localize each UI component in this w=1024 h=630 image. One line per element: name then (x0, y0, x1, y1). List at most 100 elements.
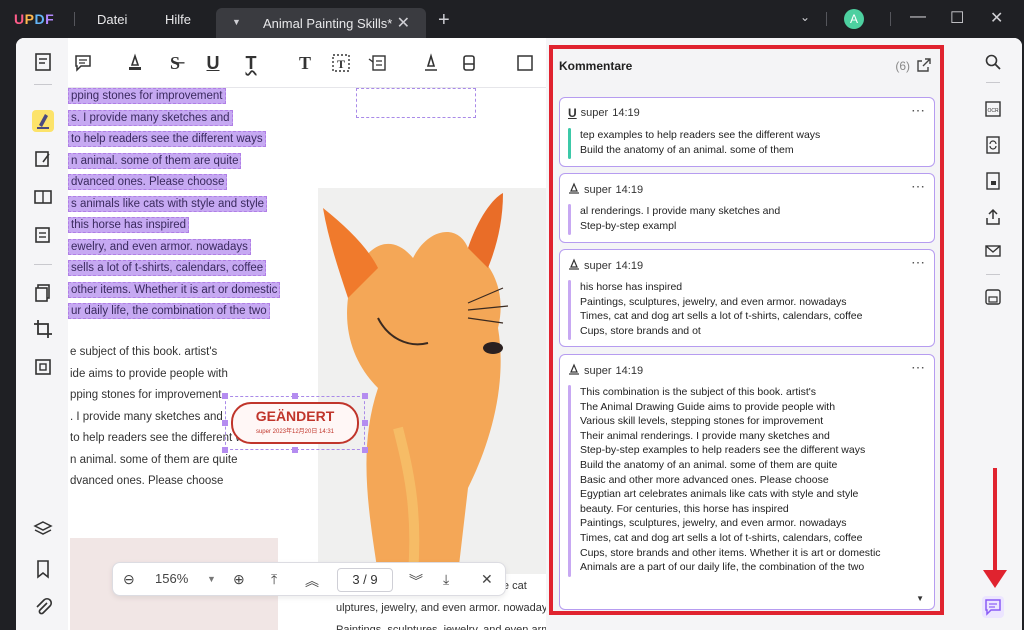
highlighted-text-line[interactable]: other items. Whether it is art or domest… (68, 282, 281, 298)
updf-logo: UPDF (14, 11, 55, 27)
search-icon[interactable] (982, 51, 1004, 73)
underline-icon: U (568, 106, 577, 120)
underline-icon[interactable]: U (202, 52, 224, 74)
comment-mode-icon[interactable] (32, 110, 54, 132)
comment-body: This combination is the subject of this … (580, 385, 881, 575)
comment-text-line: Animals are a part of our daily life, th… (580, 561, 865, 574)
layers-icon[interactable] (32, 518, 54, 540)
highlighted-text-line[interactable]: s animals like cats with style and style (68, 196, 268, 212)
strikethrough-icon[interactable]: S̶ (164, 52, 186, 74)
menu-hilfe[interactable]: Hilfe (165, 12, 191, 27)
tab-dropdown-icon[interactable]: ▼ (232, 17, 241, 27)
tab-close-icon[interactable]: ✕ (397, 13, 410, 33)
next-page-icon[interactable]: ︾ (409, 571, 423, 591)
avatar[interactable]: A (844, 9, 864, 29)
maximize-button[interactable]: ☐ (950, 8, 964, 28)
comment-body: his horse has inspired Paintings, sculptu… (580, 280, 862, 338)
form-icon[interactable] (32, 224, 54, 246)
resize-handle[interactable] (292, 447, 298, 453)
eraser-icon[interactable] (458, 52, 480, 74)
comment-card[interactable]: super 14:19 ⋯ al renderings. I provide many… (559, 173, 935, 243)
page-view-icon[interactable] (32, 186, 54, 208)
selected-image-frame[interactable] (356, 88, 476, 118)
convert-pdf-icon[interactable] (982, 134, 1004, 156)
bookmark-icon[interactable] (32, 558, 54, 580)
text-callout-icon[interactable] (366, 52, 388, 74)
stamp-geaendert[interactable]: GEÄNDERT super 2023年12月20日 14:31 (231, 402, 359, 444)
divider (74, 12, 75, 26)
protect-icon[interactable] (982, 170, 1004, 192)
save-icon[interactable] (982, 286, 1004, 308)
highlighted-text-line[interactable]: n animal. some of them are quite (68, 153, 242, 169)
highlight-icon[interactable] (124, 52, 146, 74)
more-options-icon[interactable]: ⋯ (911, 178, 926, 195)
resize-handle[interactable] (362, 447, 368, 453)
share-icon[interactable] (982, 206, 1004, 228)
sticky-note-icon[interactable] (72, 52, 94, 74)
comment-text-line: tep examples to help readers see the dif… (580, 129, 821, 141)
chevron-down-icon[interactable]: ⌄ (800, 10, 810, 24)
cat-painting[interactable] (318, 188, 546, 575)
mail-icon[interactable] (982, 240, 1004, 262)
first-page-icon[interactable]: ⤒ (271, 571, 277, 588)
highlighted-text-line[interactable]: ewelry, and even armor. nowadays (68, 239, 251, 255)
comment-text-line: Their animal renderings. I provide many … (580, 429, 830, 442)
comment-card[interactable]: super 14:19 ⋯ his horse has inspired Paintin… (559, 249, 935, 347)
comments-toggle-icon[interactable] (982, 596, 1004, 618)
comment-text-line: Times, cat and dog art sells a lot of t-… (580, 531, 863, 544)
resize-handle[interactable] (222, 420, 228, 426)
comment-time: 14:19 (615, 364, 644, 377)
comment-card[interactable]: Usuper 14:19 ⋯ tep examples to help readers… (559, 97, 935, 167)
comment-text-line: Build the anatomy of an animal. some of … (580, 458, 838, 471)
more-options-icon[interactable]: ⋯ (911, 254, 926, 271)
edit-pdf-icon[interactable] (32, 148, 54, 170)
resize-handle[interactable] (292, 393, 298, 399)
highlighted-text-line[interactable]: ur daily life, the combination of the tw… (68, 303, 270, 319)
shape-icon[interactable] (514, 52, 536, 74)
organize-pages-icon[interactable] (32, 282, 54, 304)
more-options-icon[interactable]: ⋯ (911, 359, 926, 376)
comment-card[interactable]: super 14:19 ⋯ This combination is the subje… (559, 354, 935, 610)
squiggly-icon[interactable]: T (240, 52, 262, 74)
zoom-out-icon[interactable]: ⊖ (123, 571, 135, 588)
zoom-level[interactable]: 156% (155, 571, 188, 586)
minimize-button[interactable]: — (910, 8, 926, 26)
highlighted-text-line[interactable]: this horse has inspired (68, 217, 190, 233)
document-tab[interactable]: ▼ Animal Painting Skills* ✕ (216, 8, 426, 38)
highlighted-text-line[interactable]: s. I provide many sketches and (68, 110, 233, 126)
highlighted-text-line[interactable]: sells a lot of t-shirts, calendars, coff… (68, 260, 267, 276)
more-options-icon[interactable]: ⋯ (911, 102, 926, 119)
resize-handle[interactable] (362, 393, 368, 399)
previous-page-icon[interactable]: ︽ (305, 571, 319, 591)
convert-icon[interactable] (32, 356, 54, 378)
comment-header: super 14:19 (568, 363, 643, 378)
export-icon[interactable] (916, 57, 932, 73)
comment-text-line: This combination is the subject of this … (580, 386, 817, 398)
highlighted-text-line[interactable]: dvanced ones. Please choose (68, 174, 228, 190)
resize-handle[interactable] (222, 447, 228, 453)
zoom-dropdown-icon[interactable]: ▼ (207, 574, 216, 584)
close-bar-icon[interactable]: ✕ (481, 571, 493, 588)
pencil-icon[interactable] (420, 52, 442, 74)
text-icon[interactable]: T (294, 52, 316, 74)
resize-handle[interactable] (362, 420, 368, 426)
text-box-icon[interactable]: T (330, 52, 352, 74)
menu-datei[interactable]: Datei (97, 12, 127, 27)
close-window-button[interactable]: ✕ (990, 8, 1003, 28)
resize-handle[interactable] (222, 393, 228, 399)
divider (826, 12, 827, 26)
highlighted-text-line[interactable]: pping stones for improvement (68, 88, 226, 104)
attachment-icon[interactable] (32, 596, 54, 618)
zoom-in-icon[interactable]: ⊕ (233, 571, 245, 588)
crop-icon[interactable] (32, 318, 54, 340)
reader-mode-icon[interactable] (32, 51, 54, 73)
highlighted-text-line[interactable]: to help readers see the different ways (68, 131, 266, 147)
last-page-icon[interactable]: ⤓ (443, 571, 449, 588)
document-text-line: . I provide many sketches and (70, 411, 223, 423)
scroll-down-icon[interactable]: ▼ (916, 594, 924, 603)
page-number-input[interactable]: 3 / 9 (337, 568, 393, 592)
highlighter-icon (568, 258, 580, 273)
ocr-icon[interactable]: OCR (982, 98, 1004, 120)
red-arrow-head (983, 570, 1007, 588)
new-tab-button[interactable]: + (438, 9, 450, 32)
